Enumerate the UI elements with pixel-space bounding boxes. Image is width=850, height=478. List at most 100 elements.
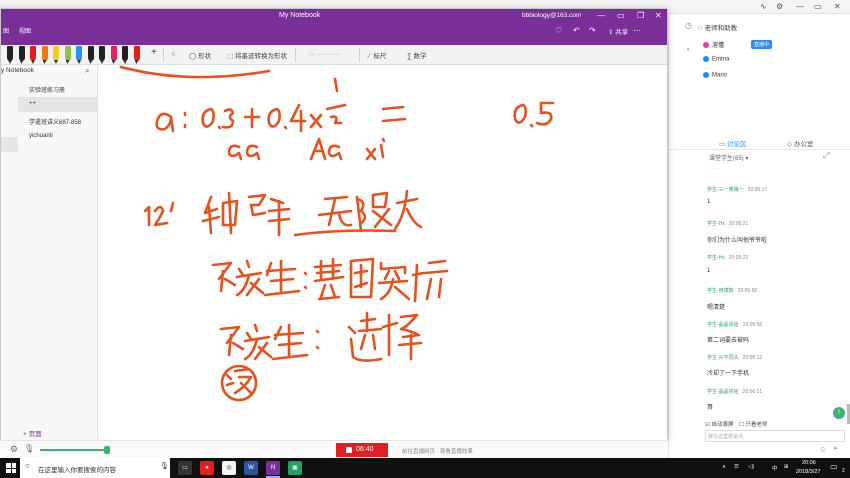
message-time: 20:05:50	[737, 288, 758, 294]
ink-stroke	[393, 189, 423, 231]
message-text: 嗯清楚	[707, 305, 726, 311]
close-icon[interactable]: ✕	[655, 11, 662, 20]
notification-icon[interactable]: ▭	[830, 462, 838, 471]
ink-stroke	[243, 323, 273, 361]
teacher-item[interactable]: Emma	[703, 56, 729, 63]
math-button[interactable]: ∑ 数学	[407, 50, 426, 60]
tray-chevron-icon[interactable]: ∧	[722, 464, 726, 470]
search-icon[interactable]: ⌕	[85, 66, 89, 76]
onenote-titlebar: My Notebook bbbiology@163.com — ▭ ❐ ✕	[1, 9, 667, 23]
taskbar-search[interactable]: ○ 在这里输入你要搜索的内容 🎙	[20, 458, 170, 478]
history-icon[interactable]: ◷	[685, 21, 692, 30]
ink-stroke	[221, 108, 235, 129]
only-teacher-checkbox[interactable]: ☐ 只看老师	[739, 422, 767, 428]
windows-taskbar: ○ 在这里输入你要搜索的内容 🎙 ▭ ● ◎ W N ▣ ∧ ☰ ◁) 中 ⊞ …	[0, 458, 850, 478]
message-text: 1	[707, 268, 711, 274]
redo-icon[interactable]: ↷	[589, 26, 596, 35]
pen-tool[interactable]	[110, 46, 117, 61]
microphone-icon[interactable]: 🎙	[24, 444, 34, 453]
ink-stroke	[529, 123, 534, 128]
emoji-icon[interactable]: ☺	[819, 445, 827, 454]
message-text: 第二词要去被吗	[707, 338, 750, 344]
ink-stroke	[317, 195, 353, 227]
pen-tool[interactable]	[122, 46, 128, 61]
clock-date[interactable]: 2018/3/27	[796, 469, 820, 475]
input-language[interactable]: 中	[772, 464, 778, 472]
clock-time[interactable]: 20:06	[802, 460, 816, 466]
windows-start-icon[interactable]	[6, 463, 16, 473]
pen-tool[interactable]	[30, 46, 36, 61]
microphone-icon[interactable]: 🎙	[160, 462, 169, 470]
minimize-icon[interactable]: —	[796, 2, 804, 11]
pen-tool[interactable]	[87, 46, 94, 61]
tab-office[interactable]: ◇ 办公室	[787, 138, 813, 148]
pen-tool[interactable]	[53, 46, 59, 61]
page-item[interactable]: 学遣班讲义687-858	[18, 113, 98, 128]
minimize-icon[interactable]: —	[597, 11, 605, 20]
handwriting-ink	[119, 65, 555, 402]
pen-tool[interactable]	[41, 46, 48, 61]
ink-stroke	[283, 125, 288, 130]
pen-tool[interactable]	[99, 46, 105, 61]
chrome-icon[interactable]: ◎	[222, 461, 236, 475]
teacher-item[interactable]: 溶懂	[703, 40, 724, 49]
ruler-button[interactable]: ⟋ 标尺	[367, 50, 386, 61]
restore-icon[interactable]: ❐	[637, 11, 644, 20]
volume-icon[interactable]: ◁)	[748, 464, 754, 470]
gear-icon[interactable]: ⚙	[776, 2, 783, 11]
pen-tool[interactable]	[18, 46, 25, 61]
live-hint[interactable]: 前往直播网页 · 观看直播效果	[402, 447, 473, 455]
ink-stroke	[347, 311, 383, 362]
onenote-icon[interactable]: N	[266, 461, 280, 478]
mic-volume-slider[interactable]	[104, 446, 110, 454]
account-name[interactable]: bbbiology@163.com	[522, 12, 581, 19]
math-label: 数学	[413, 53, 427, 60]
task-view-icon[interactable]: ▭	[178, 461, 192, 475]
notebook-name[interactable]: y Notebook	[1, 67, 34, 74]
ink-stroke	[293, 229, 397, 237]
live-app-icon[interactable]: ●	[200, 461, 214, 475]
student-filter[interactable]: 课堂学生(65) ▾	[709, 153, 748, 162]
record-timer-button[interactable]: 06:40	[336, 443, 388, 457]
message-text: 你们为什么叫他爷爷啦	[707, 238, 768, 244]
green-app-icon[interactable]: ▣	[288, 461, 302, 475]
expand-icon[interactable]: ⤢	[823, 151, 829, 161]
word-icon[interactable]: W	[244, 461, 258, 475]
close-icon[interactable]: ✕	[834, 2, 841, 11]
maximize-icon[interactable]: ▭	[617, 11, 625, 20]
onenote-window: My Notebook bbbiology@163.com — ▭ ❐ ✕ 图 …	[0, 8, 668, 440]
page-item[interactable]: 实验班练习册	[18, 81, 98, 96]
tab-discussion[interactable]: ▭ 讨论区	[719, 138, 746, 148]
message-user: 学生-Hx	[707, 221, 725, 227]
more-icon[interactable]: ⋯	[633, 26, 641, 35]
undo-icon[interactable]: ↶	[573, 26, 580, 35]
teacher-item[interactable]: Mario	[703, 72, 727, 79]
ime-icon[interactable]: ⊞	[784, 464, 789, 470]
page-item[interactable]: yichuanti	[18, 129, 98, 144]
chat-input[interactable]: 我在这里想说点	[705, 430, 845, 442]
lightbulb-icon[interactable]: ♡	[555, 26, 562, 35]
pen-tool[interactable]	[76, 46, 82, 61]
settings-icon[interactable]: ⚙	[10, 444, 18, 455]
touch-draw-icon[interactable]: ☝	[171, 50, 175, 58]
network-icon[interactable]: ☰	[734, 464, 739, 470]
add-page-button[interactable]: + 页面	[23, 428, 42, 438]
share-button[interactable]: ⇪ 共享	[608, 26, 628, 36]
tab-view[interactable]: 视图	[19, 26, 31, 35]
tab-draw[interactable]: 图	[3, 26, 9, 35]
pen-tool[interactable]	[133, 46, 140, 61]
tab-office-label: 办公室	[793, 141, 814, 148]
page-item-selected[interactable]: ++	[18, 97, 98, 112]
message-user: 学生-晶晶买给	[707, 322, 739, 328]
notification-fab[interactable]: !	[833, 407, 845, 419]
pen-tool[interactable]	[64, 46, 71, 61]
waveform-icon[interactable]: ∿	[760, 2, 767, 11]
add-pen-button[interactable]: +	[151, 47, 157, 58]
convert-ink-button[interactable]: ⬚ 将墨迹转换为形状	[227, 50, 287, 60]
send-button[interactable]: ➤	[833, 445, 838, 452]
ink-canvas[interactable]	[99, 65, 667, 440]
shape-button[interactable]: ◯ 形状	[189, 50, 211, 60]
pen-tool[interactable]	[7, 46, 13, 61]
auto-scroll-checkbox[interactable]: ☑ 自动滚屏	[705, 422, 733, 428]
maximize-icon[interactable]: ▭	[814, 2, 822, 11]
